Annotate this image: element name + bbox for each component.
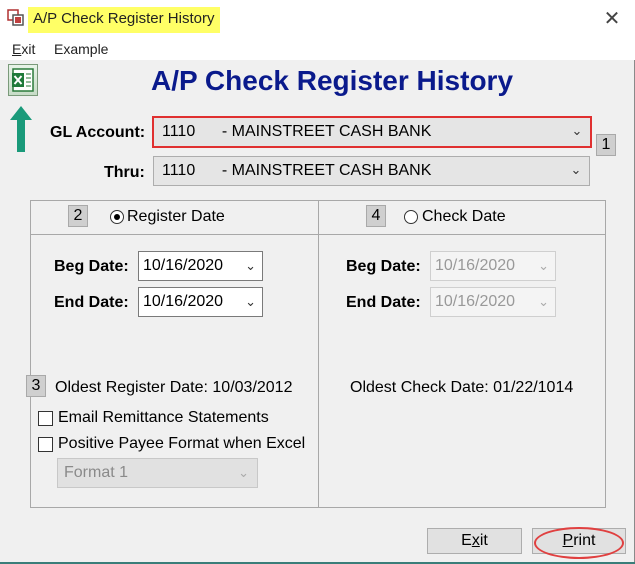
close-icon[interactable]: ✕ xyxy=(601,8,623,30)
register-beg-date-value: 10/16/2020 xyxy=(143,257,224,274)
thru-value: 1110 - MAINSTREET CASH BANK xyxy=(162,162,432,179)
annotation-badge-4: 4 xyxy=(366,205,386,227)
check-date-radio[interactable] xyxy=(404,210,418,224)
positive-payee-checkbox[interactable] xyxy=(38,437,53,452)
email-remittance-checkbox[interactable] xyxy=(38,411,53,426)
oldest-register-date: Oldest Register Date: 10/03/2012 xyxy=(55,379,293,396)
menu-exit-accel: E xyxy=(12,41,22,57)
exit-button[interactable]: Exit xyxy=(427,528,522,554)
excel-export-button[interactable] xyxy=(8,64,38,96)
chevron-down-icon: ⌄ xyxy=(245,294,256,309)
check-end-date-value: 10/16/2020 xyxy=(435,293,516,310)
check-end-date-label: End Date: xyxy=(346,294,421,311)
register-date-radio[interactable] xyxy=(110,210,124,224)
gl-account-label: GL Account: xyxy=(50,124,146,141)
chevron-down-icon: ⌄ xyxy=(538,258,549,273)
chevron-down-icon: ⌄ xyxy=(570,162,582,177)
gl-account-select[interactable]: 1110 - MAINSTREET CASH BANK ⌄ xyxy=(152,116,592,148)
check-beg-date-value: 10/16/2020 xyxy=(435,257,516,274)
format-select: Format 1 ⌄ xyxy=(57,458,258,488)
register-end-date-picker[interactable]: 10/16/2020 ⌄ xyxy=(138,287,263,317)
end-date-label: End Date: xyxy=(54,294,129,311)
check-end-date-picker: 10/16/2020 ⌄ xyxy=(430,287,556,317)
chevron-down-icon: ⌄ xyxy=(245,258,256,273)
register-end-date-value: 10/16/2020 xyxy=(143,293,224,310)
panel-divider xyxy=(318,200,319,508)
gl-account-value: 1110 - MAINSTREET CASH BANK xyxy=(162,123,432,140)
chevron-down-icon: ⌄ xyxy=(238,465,249,480)
exit-button-post: it xyxy=(479,532,488,549)
check-beg-date-picker: 10/16/2020 ⌄ xyxy=(430,251,556,281)
page-title: A/P Check Register History xyxy=(150,65,514,96)
title-bar: A/P Check Register History ✕ xyxy=(0,0,635,40)
menu-item-example[interactable]: Example xyxy=(54,41,108,57)
arrow-up-icon xyxy=(10,106,32,152)
exit-button-pre: E xyxy=(461,532,472,549)
format-value: Format 1 xyxy=(64,464,129,481)
oldest-check-date: Oldest Check Date: 01/22/1014 xyxy=(350,379,574,396)
dialog-window: A/P Check Register History ✕ Exit Exampl… xyxy=(0,0,635,564)
app-icon xyxy=(7,9,24,26)
menu-bar: Exit Example xyxy=(0,40,635,60)
menu-exit-rest: xit xyxy=(21,41,36,57)
check-date-label[interactable]: Check Date xyxy=(422,208,506,226)
register-beg-date-picker[interactable]: 10/16/2020 ⌄ xyxy=(138,251,263,281)
excel-icon xyxy=(12,68,34,92)
annotation-badge-1: 1 xyxy=(596,134,616,156)
check-beg-date-label: Beg Date: xyxy=(346,258,421,275)
annotation-badge-3: 3 xyxy=(26,375,46,397)
register-date-label[interactable]: Register Date xyxy=(127,208,225,226)
window-title: A/P Check Register History xyxy=(28,7,221,33)
menu-item-exit[interactable]: Exit xyxy=(12,41,35,57)
chevron-down-icon: ⌄ xyxy=(571,123,583,138)
chevron-down-icon: ⌄ xyxy=(538,294,549,309)
exit-button-accel: x xyxy=(471,532,480,549)
print-annotation-ring xyxy=(534,527,624,559)
positive-payee-label[interactable]: Positive Payee Format when Excel xyxy=(58,435,305,453)
email-remittance-label[interactable]: Email Remittance Statements xyxy=(58,409,269,427)
beg-date-label: Beg Date: xyxy=(54,258,129,275)
thru-select[interactable]: 1110 - MAINSTREET CASH BANK ⌄ xyxy=(153,156,590,186)
annotation-badge-2: 2 xyxy=(68,205,88,227)
thru-label: Thru: xyxy=(104,164,145,181)
